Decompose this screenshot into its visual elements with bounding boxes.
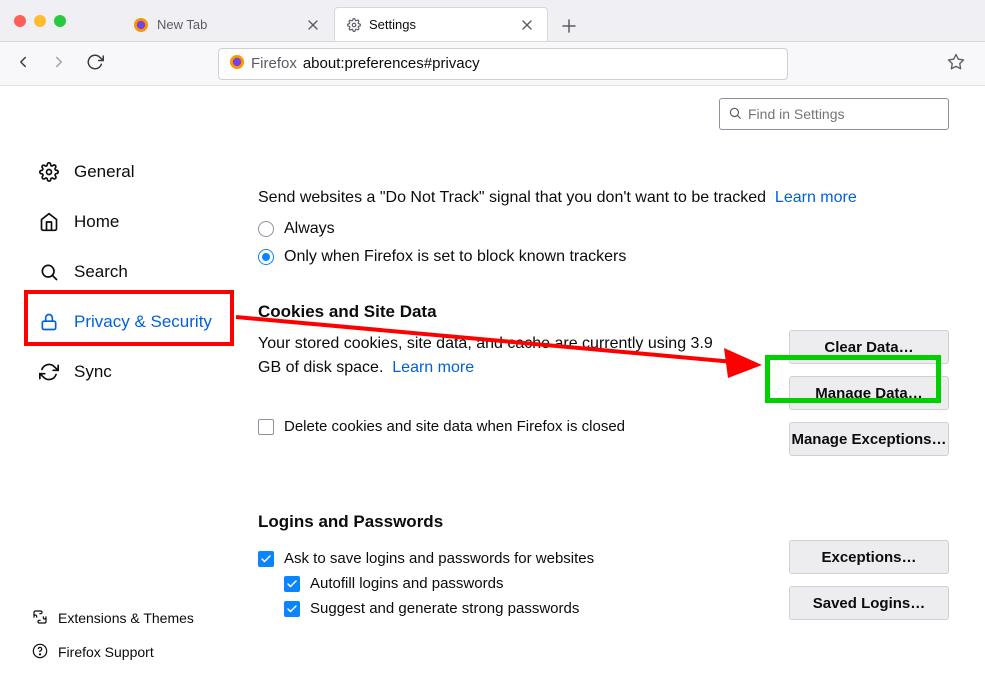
back-button[interactable] (14, 53, 32, 75)
search-icon (38, 261, 60, 283)
toolbar: Firefox about:preferences#privacy (0, 42, 985, 86)
checkbox-label: Delete cookies and site data when Firefo… (284, 418, 625, 435)
suggest-passwords-checkbox[interactable]: Suggest and generate strong passwords (284, 600, 765, 617)
checkbox-icon (258, 551, 274, 567)
close-tab-icon[interactable] (305, 17, 321, 33)
sync-icon (38, 361, 60, 383)
sidebar-item-search[interactable]: Search (32, 251, 240, 293)
tab-label: Settings (369, 17, 511, 32)
home-icon (38, 211, 60, 233)
checkbox-icon (258, 419, 274, 435)
ask-save-logins-checkbox[interactable]: Ask to save logins and passwords for web… (258, 550, 765, 567)
checkbox-icon (284, 601, 300, 617)
reload-button[interactable] (86, 53, 104, 75)
close-window-button[interactable] (14, 15, 26, 27)
tab-strip: New Tab Settings (120, 0, 584, 41)
search-icon (728, 106, 742, 123)
sidebar-bottom-label: Firefox Support (58, 644, 154, 660)
radio-label: Only when Firefox is set to block known … (284, 248, 626, 266)
bookmark-star-icon[interactable] (947, 53, 971, 75)
window-controls (0, 15, 80, 27)
autofill-logins-checkbox[interactable]: Autofill logins and passwords (284, 575, 765, 592)
urlbar-identity: Firefox (251, 55, 297, 72)
sidebar-item-privacy-security[interactable]: Privacy & Security (32, 301, 240, 343)
manage-data-button[interactable]: Manage Data… (789, 376, 949, 410)
sidebar-item-extensions-themes[interactable]: Extensions & Themes (32, 603, 240, 633)
gear-icon (38, 161, 60, 183)
forward-button[interactable] (50, 53, 68, 75)
gear-icon (347, 18, 361, 32)
find-in-settings-input[interactable] (748, 106, 940, 122)
close-tab-icon[interactable] (519, 17, 535, 33)
find-in-settings[interactable] (719, 98, 949, 130)
firefox-icon (229, 54, 245, 74)
help-icon (32, 643, 48, 662)
url-bar[interactable]: Firefox about:preferences#privacy (218, 48, 788, 80)
dnt-radio-only-when-blocking[interactable]: Only when Firefox is set to block known … (258, 248, 949, 266)
checkbox-icon (284, 576, 300, 592)
tab-new-tab[interactable]: New Tab (120, 7, 334, 41)
sidebar-item-label: Home (74, 212, 119, 232)
clear-data-button[interactable]: Clear Data… (789, 330, 949, 364)
radio-icon (258, 249, 274, 265)
sidebar-item-firefox-support[interactable]: Firefox Support (32, 637, 240, 667)
manage-exceptions-button[interactable]: Manage Exceptions… (789, 422, 949, 456)
radio-label: Always (284, 220, 335, 238)
new-tab-button[interactable] (554, 11, 584, 41)
minimize-window-button[interactable] (34, 15, 46, 27)
cookies-heading: Cookies and Site Data (258, 302, 949, 322)
settings-main: Send websites a "Do Not Track" signal th… (250, 86, 985, 687)
sidebar-item-label: General (74, 162, 134, 182)
maximize-window-button[interactable] (54, 15, 66, 27)
dnt-learn-more-link[interactable]: Learn more (775, 189, 857, 206)
dnt-radio-always[interactable]: Always (258, 220, 949, 238)
urlbar-address: about:preferences#privacy (303, 55, 480, 72)
sidebar-item-label: Privacy & Security (74, 312, 212, 332)
sidebar-item-label: Search (74, 262, 128, 282)
checkbox-label: Suggest and generate strong passwords (310, 600, 579, 617)
tab-settings[interactable]: Settings (334, 7, 548, 41)
firefox-icon (133, 17, 149, 33)
sidebar-item-label: Sync (74, 362, 112, 382)
settings-sidebar: General Home Search Privacy & Security S… (0, 86, 250, 687)
delete-on-close-checkbox[interactable]: Delete cookies and site data when Firefo… (258, 418, 765, 435)
logins-exceptions-button[interactable]: Exceptions… (789, 540, 949, 574)
cookies-learn-more-link[interactable]: Learn more (392, 359, 474, 376)
tab-label: New Tab (157, 17, 297, 32)
puzzle-icon (32, 609, 48, 628)
radio-icon (258, 221, 274, 237)
lock-icon (38, 311, 60, 333)
checkbox-label: Ask to save logins and passwords for web… (284, 550, 594, 567)
sidebar-bottom-label: Extensions & Themes (58, 610, 194, 626)
sidebar-item-home[interactable]: Home (32, 201, 240, 243)
sidebar-item-sync[interactable]: Sync (32, 351, 240, 393)
saved-logins-button[interactable]: Saved Logins… (789, 586, 949, 620)
dnt-description: Send websites a "Do Not Track" signal th… (258, 189, 766, 206)
checkbox-label: Autofill logins and passwords (310, 575, 503, 592)
cookies-usage-text: Your stored cookies, site data, and cach… (258, 335, 713, 376)
sidebar-item-general[interactable]: General (32, 151, 240, 193)
titlebar: New Tab Settings (0, 0, 985, 42)
logins-heading: Logins and Passwords (258, 512, 949, 532)
